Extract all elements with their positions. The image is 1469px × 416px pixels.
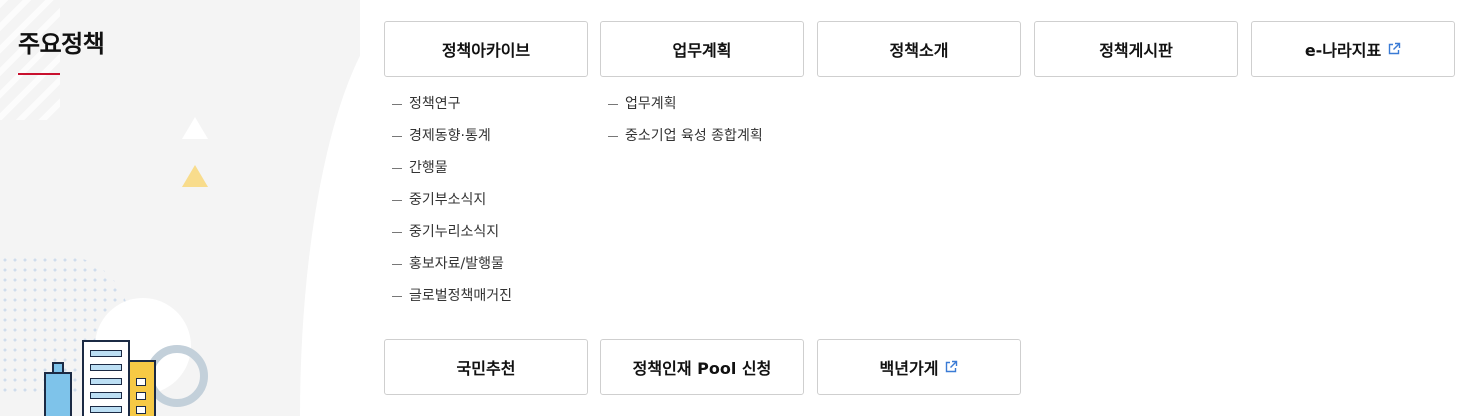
list-item-pr-materials[interactable]: 홍보자료/발행물 <box>384 254 512 286</box>
policy-intro-label: 정책소개 <box>889 41 949 60</box>
policy-intro-button[interactable]: 정책소개 <box>817 21 1021 77</box>
external-link-icon <box>944 360 958 374</box>
centennial-store-label: 백년가게 <box>879 359 939 378</box>
list-item-nuri-newsletter[interactable]: 중기누리소식지 <box>384 222 512 254</box>
list-item-economic-trends[interactable]: 경제동향·통계 <box>384 126 512 158</box>
list-item-publications[interactable]: 간행물 <box>384 158 512 190</box>
public-recommendation-button[interactable]: 국민추천 <box>384 339 588 395</box>
list-item-work-plan[interactable]: 업무계획 <box>600 94 763 126</box>
talent-pool-label: 정책인재 Pool 신청 <box>632 359 772 378</box>
policy-board-button[interactable]: 정책게시판 <box>1034 21 1238 77</box>
policy-archive-label: 정책아카이브 <box>441 41 531 60</box>
building-illustration-right <box>128 360 156 416</box>
panel-curve <box>300 0 360 416</box>
policy-board-label: 정책게시판 <box>1099 41 1173 60</box>
archive-sub-list: 정책연구 경제동향·통계 간행물 중기부소식지 중기누리소식지 홍보자료/발행물… <box>384 94 512 318</box>
plan-sub-list: 업무계획 중소기업 육성 종합계획 <box>600 94 763 158</box>
external-link-icon <box>1387 42 1401 56</box>
title-underline <box>18 73 60 75</box>
list-item-ministry-newsletter[interactable]: 중기부소식지 <box>384 190 512 222</box>
list-item-sme-comprehensive-plan[interactable]: 중소기업 육성 종합계획 <box>600 126 763 158</box>
building-illustration-left <box>44 372 72 416</box>
work-plan-label: 업무계획 <box>672 41 732 60</box>
list-item-global-magazine[interactable]: 글로벌정책매거진 <box>384 286 512 318</box>
section-title: 주요정책 <box>18 30 105 58</box>
talent-pool-button[interactable]: 정책인재 Pool 신청 <box>600 339 804 395</box>
list-item-policy-research[interactable]: 정책연구 <box>384 94 512 126</box>
side-panel <box>0 0 360 416</box>
stripe-decoration <box>0 0 60 120</box>
policy-archive-button[interactable]: 정책아카이브 <box>384 21 588 77</box>
triangle-decoration-yellow <box>182 165 208 187</box>
public-recommendation-label: 국민추천 <box>456 359 516 378</box>
building-illustration-center <box>82 340 130 416</box>
triangle-decoration-white <box>182 117 208 139</box>
e-nara-index-label: e-나라지표 <box>1304 41 1382 60</box>
e-nara-index-button[interactable]: e-나라지표 <box>1251 21 1455 77</box>
work-plan-button[interactable]: 업무계획 <box>600 21 804 77</box>
centennial-store-button[interactable]: 백년가게 <box>817 339 1021 395</box>
